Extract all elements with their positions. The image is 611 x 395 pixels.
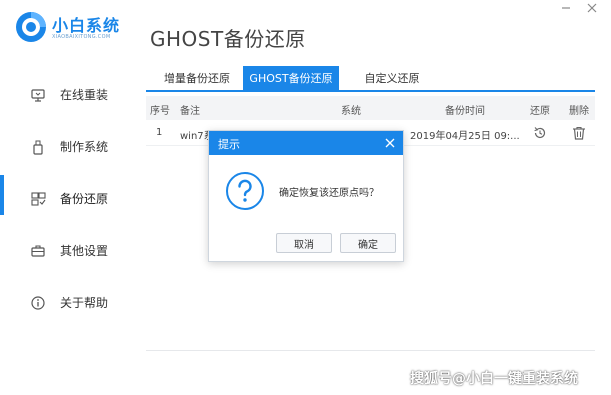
sidebar-item-label: 在线重装 bbox=[60, 88, 109, 102]
column-header-restore: 还原 bbox=[530, 106, 550, 117]
confirm-dialog: 提示 确定恢复该还原点吗？ 取消 确定 bbox=[208, 130, 404, 262]
tab-ghost-backup[interactable]: GHOST备份还原 bbox=[243, 66, 339, 90]
cell-backup-time: 2019年04月25日 09:... bbox=[410, 131, 520, 142]
question-icon bbox=[226, 172, 264, 210]
briefcase-icon bbox=[30, 243, 46, 259]
confirm-button[interactable]: 确定 bbox=[340, 233, 396, 253]
column-header-backup-time: 备份时间 bbox=[445, 106, 485, 117]
logo-title: 小白系统 bbox=[52, 16, 121, 35]
sidebar-item-backup-restore[interactable]: 备份还原 bbox=[0, 181, 128, 217]
sidebar: 小白系统 XIAOBAIXITONG.COM 在线重装 制作系统 备份还原 其他… bbox=[0, 0, 128, 395]
restore-icon bbox=[534, 127, 546, 139]
sidebar-item-about-help[interactable]: 关于帮助 bbox=[0, 285, 128, 321]
dialog-message: 确定恢复该还原点吗？ bbox=[279, 188, 379, 199]
sidebar-item-online-reinstall[interactable]: 在线重装 bbox=[0, 77, 128, 113]
restore-button[interactable] bbox=[532, 125, 548, 141]
dialog-title: 提示 bbox=[218, 138, 240, 151]
info-icon bbox=[30, 295, 46, 311]
column-header-index: 序号 bbox=[150, 106, 170, 117]
page-title: GHOST备份还原 bbox=[150, 27, 306, 51]
cell-index: 1 bbox=[156, 127, 163, 138]
tab-bar: 增量备份还原 GHOST备份还原 自定义还原 bbox=[146, 66, 595, 92]
trash-icon bbox=[573, 126, 585, 140]
close-icon bbox=[587, 3, 597, 13]
divider bbox=[146, 350, 595, 351]
usb-drive-icon bbox=[30, 139, 46, 155]
sidebar-item-label: 制作系统 bbox=[60, 140, 109, 154]
sidebar-item-label: 其他设置 bbox=[60, 244, 109, 258]
cancel-button[interactable]: 取消 bbox=[276, 233, 332, 253]
monitor-icon bbox=[30, 87, 46, 103]
tab-custom-restore[interactable]: 自定义还原 bbox=[352, 66, 432, 90]
sidebar-item-make-system[interactable]: 制作系统 bbox=[0, 129, 128, 165]
minimize-icon bbox=[562, 7, 570, 9]
backup-icon bbox=[30, 191, 46, 207]
table-header: 序号 备注 系统 备份时间 还原 删除 bbox=[146, 96, 595, 120]
logo: 小白系统 XIAOBAIXITONG.COM bbox=[14, 8, 126, 48]
watermark: 搜狐号@小白一键重装系统 bbox=[410, 371, 578, 387]
sidebar-item-label: 关于帮助 bbox=[60, 296, 109, 310]
column-header-note: 备注 bbox=[180, 106, 200, 117]
dialog-header: 提示 bbox=[209, 131, 403, 155]
window-close-button[interactable] bbox=[584, 0, 600, 13]
tab-incremental-backup[interactable]: 增量备份还原 bbox=[152, 66, 242, 90]
logo-icon bbox=[16, 12, 46, 42]
column-header-system: 系统 bbox=[341, 106, 361, 117]
sidebar-item-other-settings[interactable]: 其他设置 bbox=[0, 233, 128, 269]
app-window: 小白系统 XIAOBAIXITONG.COM 在线重装 制作系统 备份还原 其他… bbox=[0, 0, 611, 395]
close-icon bbox=[385, 138, 395, 148]
delete-button[interactable] bbox=[571, 125, 587, 141]
minimize-button[interactable] bbox=[558, 0, 574, 12]
logo-subtitle: XIAOBAIXITONG.COM bbox=[52, 34, 111, 40]
sidebar-item-label: 备份还原 bbox=[60, 192, 109, 206]
column-header-delete: 删除 bbox=[569, 106, 589, 117]
dialog-close-button[interactable] bbox=[383, 135, 397, 149]
